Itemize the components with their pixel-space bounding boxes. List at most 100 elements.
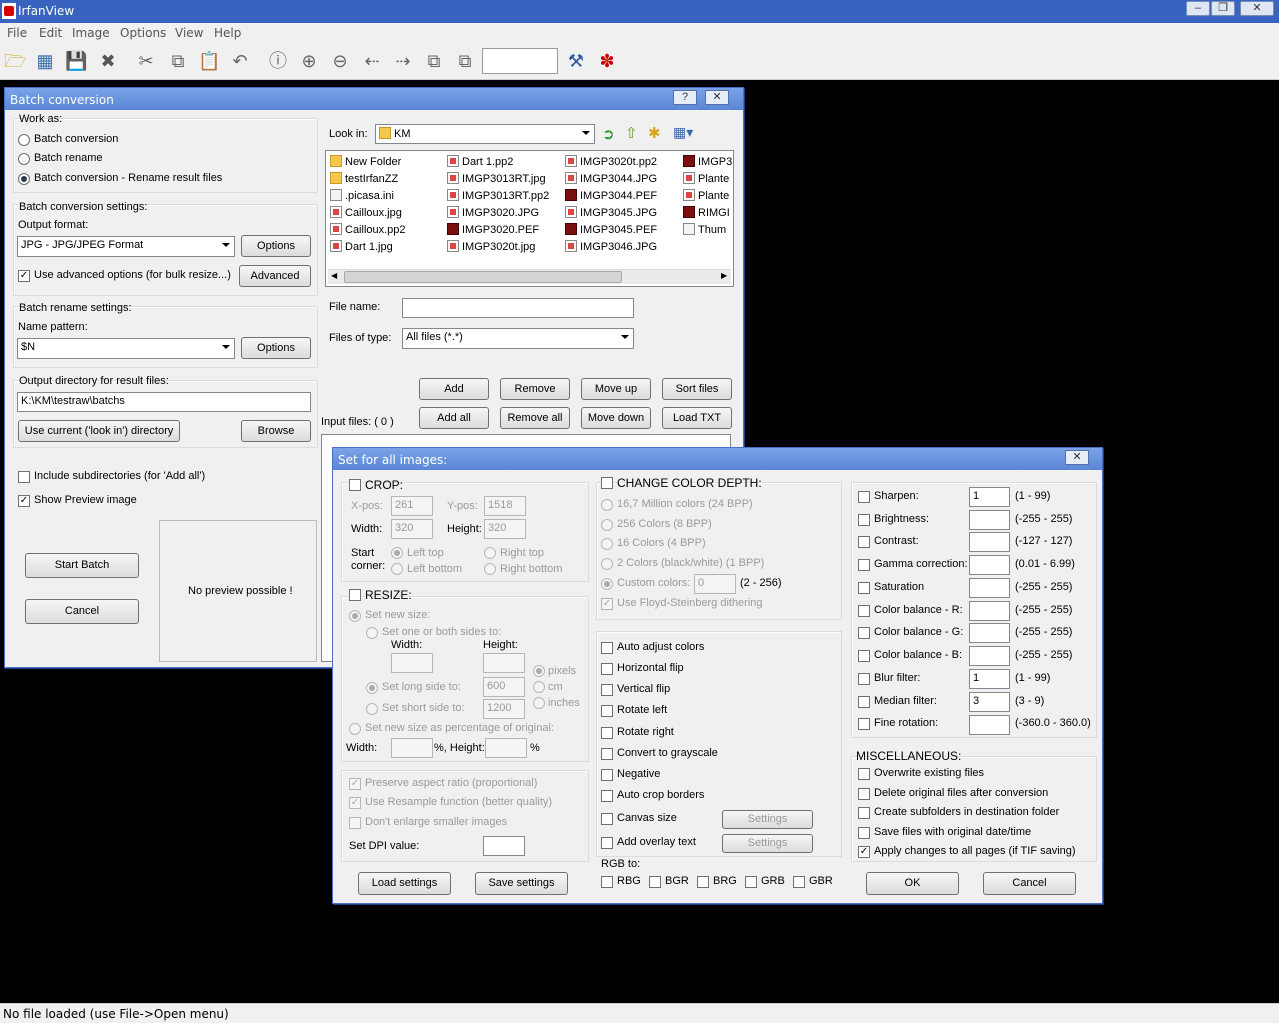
zoom-in-icon[interactable]: ⊕ xyxy=(298,50,320,72)
list-item[interactable]: IMGP3044.JPG xyxy=(565,172,657,185)
view-menu-icon[interactable]: ▦▾ xyxy=(673,124,693,141)
menu-image[interactable]: Image xyxy=(72,26,110,40)
balance-b-input[interactable] xyxy=(969,646,1010,666)
median-input[interactable]: 3 xyxy=(969,692,1010,712)
custom-colors-radio[interactable] xyxy=(601,578,613,590)
list-item[interactable]: IMGP3045.JPG xyxy=(565,206,657,219)
list-item[interactable]: IMGP3046.JPG xyxy=(565,240,657,253)
batch-rename-radio[interactable] xyxy=(18,153,30,165)
keep-date-checkbox[interactable] xyxy=(858,827,870,839)
list-item[interactable]: Cailloux.pp2 xyxy=(330,223,406,236)
back-icon[interactable]: ➲ xyxy=(602,125,615,143)
batch-conv-rename-radio[interactable] xyxy=(18,173,30,185)
batch-close-button[interactable]: ✕ xyxy=(705,90,729,105)
list-item[interactable]: Dart 1.pp2 xyxy=(447,155,513,168)
gbr-checkbox[interactable] xyxy=(793,876,805,888)
paste-icon[interactable]: 📋 xyxy=(198,50,220,72)
custom-colors-input[interactable]: 0 xyxy=(694,574,736,594)
page-up-icon[interactable]: ⧉ xyxy=(423,50,445,72)
dpi-input[interactable] xyxy=(483,836,525,856)
cut-icon[interactable]: ✂ xyxy=(135,50,157,72)
gamma-input[interactable] xyxy=(969,555,1010,575)
files-of-type-select[interactable]: All files (*.*) xyxy=(402,328,634,349)
left-top-radio[interactable] xyxy=(391,547,403,559)
load-txt-button[interactable]: Load TXT xyxy=(662,407,732,429)
sharpen-input[interactable]: 1 xyxy=(969,487,1010,507)
menu-options[interactable]: Options xyxy=(120,26,166,40)
delete-originals-checkbox[interactable] xyxy=(858,788,870,800)
overlay-settings-button[interactable]: Settings xyxy=(722,834,813,853)
advanced-options-checkbox[interactable]: ✓ xyxy=(18,270,30,282)
auto-adjust-checkbox[interactable] xyxy=(601,642,613,654)
output-dir-input[interactable]: K:\KM\testraw\batchs xyxy=(17,392,311,412)
thumbnails-icon[interactable]: ▦ xyxy=(34,50,56,72)
browse-button[interactable]: Browse xyxy=(241,420,311,442)
help-button[interactable]: ? xyxy=(673,90,697,105)
saturation-checkbox[interactable] xyxy=(858,582,870,594)
zoom-out-icon[interactable]: ⊖ xyxy=(329,50,351,72)
list-item[interactable]: IMGP3 xyxy=(683,155,732,168)
include-subdirs-checkbox[interactable] xyxy=(18,471,30,483)
menu-edit[interactable]: Edit xyxy=(39,26,62,40)
output-format-select[interactable]: JPG - JPG/JPEG Format xyxy=(17,236,235,257)
list-item[interactable]: .picasa.ini xyxy=(330,189,394,202)
close-button[interactable]: ✕ xyxy=(1240,1,1274,16)
vertical-flip-checkbox[interactable] xyxy=(601,684,613,696)
dither-checkbox[interactable]: ✓ xyxy=(601,598,613,610)
crop-height-input[interactable]: 320 xyxy=(484,519,526,539)
list-item[interactable]: Plante xyxy=(683,172,729,185)
canvas-size-checkbox[interactable] xyxy=(601,813,613,825)
resize-width-input[interactable] xyxy=(391,653,433,673)
crop-checkbox[interactable] xyxy=(349,479,361,491)
irfan-logo-icon[interactable]: ✽ xyxy=(596,50,618,72)
brightness-checkbox[interactable] xyxy=(858,514,870,526)
long-side-radio[interactable] xyxy=(366,682,378,694)
previous-icon[interactable]: ⇠ xyxy=(361,50,383,72)
show-preview-checkbox[interactable]: ✓ xyxy=(18,495,30,507)
blur-input[interactable]: 1 xyxy=(969,669,1010,689)
balance-r-checkbox[interactable] xyxy=(858,605,870,617)
use-current-dir-button[interactable]: Use current ('look in') directory xyxy=(18,420,180,442)
save-icon[interactable]: 💾 xyxy=(65,50,87,72)
balance-r-input[interactable] xyxy=(969,601,1010,621)
zoom-field[interactable] xyxy=(482,48,558,74)
saturation-input[interactable] xyxy=(969,578,1010,598)
set-new-size-radio[interactable] xyxy=(349,610,361,622)
negative-checkbox[interactable] xyxy=(601,769,613,781)
fine-rotation-input[interactable] xyxy=(969,715,1010,735)
list-item[interactable]: Cailloux.jpg xyxy=(330,206,402,219)
scroll-left-icon[interactable]: ◀ xyxy=(331,271,337,280)
cm-radio[interactable] xyxy=(533,681,545,693)
setall-cancel-button[interactable]: Cancel xyxy=(983,872,1076,895)
rename-options-button[interactable]: Options xyxy=(241,337,311,359)
remove-all-button[interactable]: Remove all xyxy=(500,407,570,429)
short-side-input[interactable]: 1200 xyxy=(483,699,525,719)
list-item[interactable]: IMGP3020.JPG xyxy=(447,206,539,219)
next-icon[interactable]: ⇢ xyxy=(392,50,414,72)
start-batch-button[interactable]: Start Batch xyxy=(25,553,139,578)
percentage-radio[interactable] xyxy=(349,723,361,735)
depth-4bpp-radio[interactable] xyxy=(601,538,613,550)
fine-rotation-checkbox[interactable] xyxy=(858,718,870,730)
look-in-select[interactable]: KM xyxy=(375,124,595,144)
canvas-settings-button[interactable]: Settings xyxy=(722,810,813,829)
all-pages-checkbox[interactable]: ✓ xyxy=(858,846,870,858)
rotate-left-checkbox[interactable] xyxy=(601,705,613,717)
up-folder-icon[interactable]: ⇧ xyxy=(625,124,638,142)
balance-b-checkbox[interactable] xyxy=(858,650,870,662)
pct-width-input[interactable] xyxy=(391,738,433,758)
batch-conversion-radio[interactable] xyxy=(18,134,30,146)
inches-radio[interactable] xyxy=(533,697,545,709)
resample-checkbox[interactable]: ✓ xyxy=(349,797,361,809)
scroll-right-icon[interactable]: ▶ xyxy=(721,271,727,280)
setall-close-button[interactable]: ✕ xyxy=(1065,450,1089,465)
delete-icon[interactable]: ✖ xyxy=(97,50,119,72)
advanced-button[interactable]: Advanced xyxy=(239,265,311,287)
grayscale-checkbox[interactable] xyxy=(601,748,613,760)
list-item[interactable]: RIMGI xyxy=(683,206,730,219)
pct-height-input[interactable] xyxy=(485,738,527,758)
move-down-button[interactable]: Move down xyxy=(581,407,651,429)
resize-checkbox[interactable] xyxy=(349,589,361,601)
long-side-input[interactable]: 600 xyxy=(483,677,525,697)
color-depth-checkbox[interactable] xyxy=(601,477,613,489)
